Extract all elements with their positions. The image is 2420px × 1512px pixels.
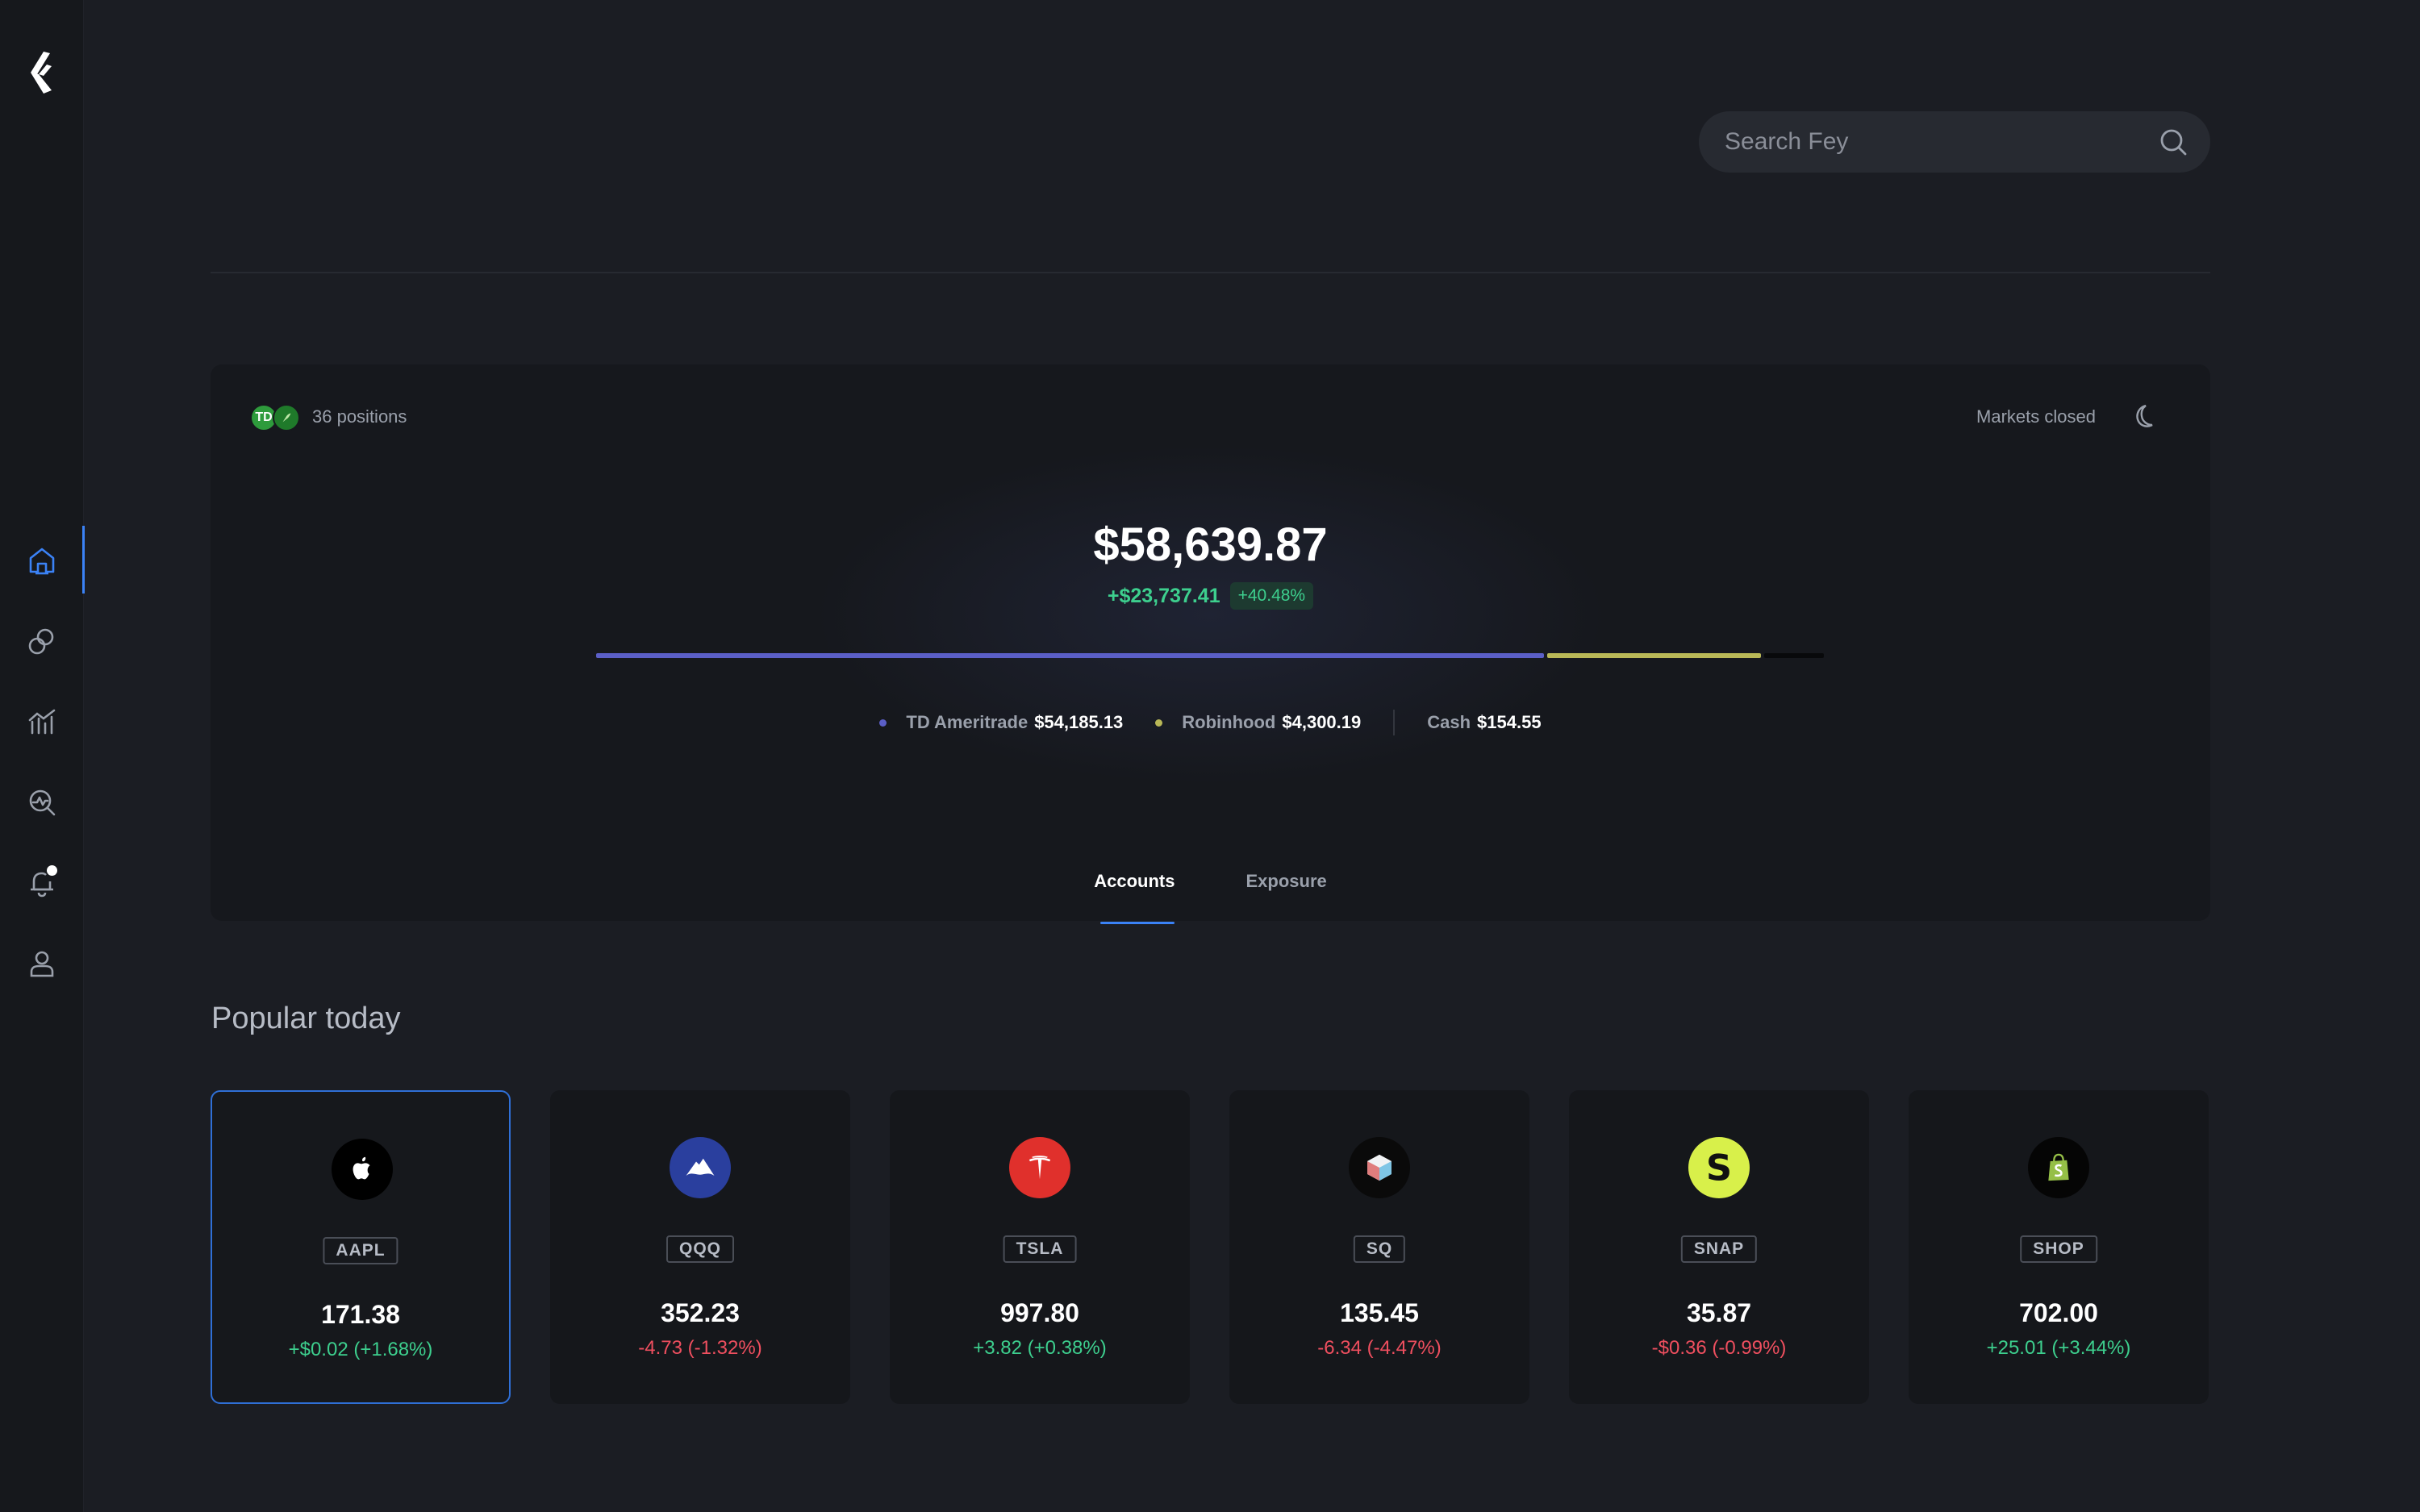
legend-dot <box>879 719 887 727</box>
allocation-legend: TD Ameritrade $54,185.13 Robinhood $4,30… <box>211 710 2210 735</box>
stock-change: -$0.36 (-0.99%) <box>1651 1337 1787 1359</box>
legend-dot <box>1155 719 1163 727</box>
square-icon <box>1349 1137 1410 1198</box>
apple-icon <box>332 1139 393 1200</box>
stock-change: +25.01 (+3.44%) <box>1986 1337 2131 1359</box>
stock-card-tsla[interactable]: TSLA 997.80 +3.82 (+0.38%) <box>890 1090 1190 1404</box>
legend-item-cash: Cash $154.55 <box>1427 712 1541 733</box>
stock-price: 997.80 <box>1000 1298 1079 1327</box>
stock-change: +$0.02 (+1.68%) <box>288 1339 433 1360</box>
legend-item-robinhood: Robinhood $4,300.19 <box>1155 712 1361 733</box>
market-status: Markets closed <box>1976 406 2096 427</box>
tab-exposure[interactable]: Exposure <box>1245 871 1326 924</box>
search-bar[interactable] <box>1699 111 2210 173</box>
allocation-segment-robinhood <box>1547 653 1761 658</box>
stock-card-snap[interactable]: S SNAP 35.87 -$0.36 (-0.99%) <box>1569 1090 1869 1404</box>
stock-ticker: SHOP <box>2020 1235 2097 1263</box>
stock-price: 702.00 <box>2019 1298 2098 1327</box>
stock-ticker: AAPL <box>323 1237 398 1264</box>
stock-ticker: SNAP <box>1680 1235 1758 1263</box>
legend-label: Robinhood <box>1182 712 1276 732</box>
stock-price: 352.23 <box>661 1298 740 1327</box>
portfolio-summary-card: TD 36 positions Markets closed $58,639.8… <box>211 364 2210 924</box>
nav-home-icon[interactable] <box>22 540 62 581</box>
portfolio-change-amount: +$23,737.41 <box>1107 584 1220 607</box>
portfolio-change: +$23,737.41 +40.48% <box>211 582 2210 610</box>
stock-ticker: TSLA <box>1003 1235 1077 1263</box>
allocation-segment-cash <box>1764 653 1824 658</box>
stock-change: -4.73 (-1.32%) <box>638 1337 762 1359</box>
tab-accounts[interactable]: Accounts <box>1094 871 1175 924</box>
legend-label: Cash <box>1427 712 1471 732</box>
stock-price: 171.38 <box>321 1300 400 1329</box>
legend-value: $54,185.13 <box>1034 712 1124 732</box>
positions-count: 36 positions <box>312 406 407 427</box>
stock-card-qqq[interactable]: QQQ 352.23 -4.73 (-1.32%) <box>550 1090 850 1404</box>
stock-change: -6.34 (-4.47%) <box>1317 1337 1442 1359</box>
portfolio-total-value: $58,639.87 <box>1093 519 1328 571</box>
nav-profile-user-icon[interactable] <box>22 943 62 984</box>
stock-card-aapl[interactable]: AAPL 171.38 +$0.02 (+1.68%) <box>211 1090 511 1404</box>
nav-screener-icon[interactable] <box>22 782 62 823</box>
allocation-segment-td-ameritrade <box>596 653 1544 658</box>
header-divider <box>211 272 2210 273</box>
nav-markets-chart-icon[interactable] <box>22 702 62 742</box>
snap-icon: S <box>1688 1137 1750 1198</box>
portfolio-change-percent-badge: +40.48% <box>1229 582 1314 610</box>
stock-ticker: QQQ <box>666 1235 735 1263</box>
portfolio-tabs: Accounts Exposure <box>211 871 2210 924</box>
moon-icon <box>2128 401 2159 431</box>
stock-change: +3.82 (+0.38%) <box>973 1337 1107 1359</box>
invesco-icon <box>670 1137 731 1198</box>
legend-item-td-ameritrade: TD Ameritrade $54,185.13 <box>879 712 1123 733</box>
legend-value: $4,300.19 <box>1282 712 1362 732</box>
stock-price: 35.87 <box>1686 1298 1752 1327</box>
legend-separator <box>1393 710 1396 735</box>
search-input[interactable] <box>1725 111 2144 173</box>
broker-icons: TD <box>250 404 300 435</box>
popular-today-heading: Popular today <box>211 1002 401 1035</box>
shopify-icon <box>2028 1137 2089 1198</box>
nav-active-indicator <box>82 526 85 594</box>
allocation-bar <box>596 653 1824 658</box>
stock-price: 135.45 <box>1340 1298 1419 1327</box>
stock-card-shop[interactable]: SHOP 702.00 +25.01 (+3.44%) <box>1909 1090 2209 1404</box>
fey-logo-icon[interactable] <box>27 50 58 97</box>
svg-text:S: S <box>1706 1146 1732 1189</box>
tesla-icon <box>1009 1137 1070 1198</box>
nav-ideas-icon[interactable] <box>22 621 62 661</box>
sidebar <box>0 0 85 1512</box>
legend-label: TD Ameritrade <box>906 712 1028 732</box>
robinhood-logo-icon <box>273 404 300 431</box>
legend-value: $154.55 <box>1477 712 1542 732</box>
notification-badge <box>47 865 57 876</box>
stock-card-sq[interactable]: SQ 135.45 -6.34 (-4.47%) <box>1229 1090 1529 1404</box>
popular-stocks-list: AAPL 171.38 +$0.02 (+1.68%) QQQ 352.23 -… <box>211 1090 2210 1404</box>
search-icon[interactable] <box>2157 126 2189 158</box>
stock-ticker: SQ <box>1353 1235 1406 1263</box>
